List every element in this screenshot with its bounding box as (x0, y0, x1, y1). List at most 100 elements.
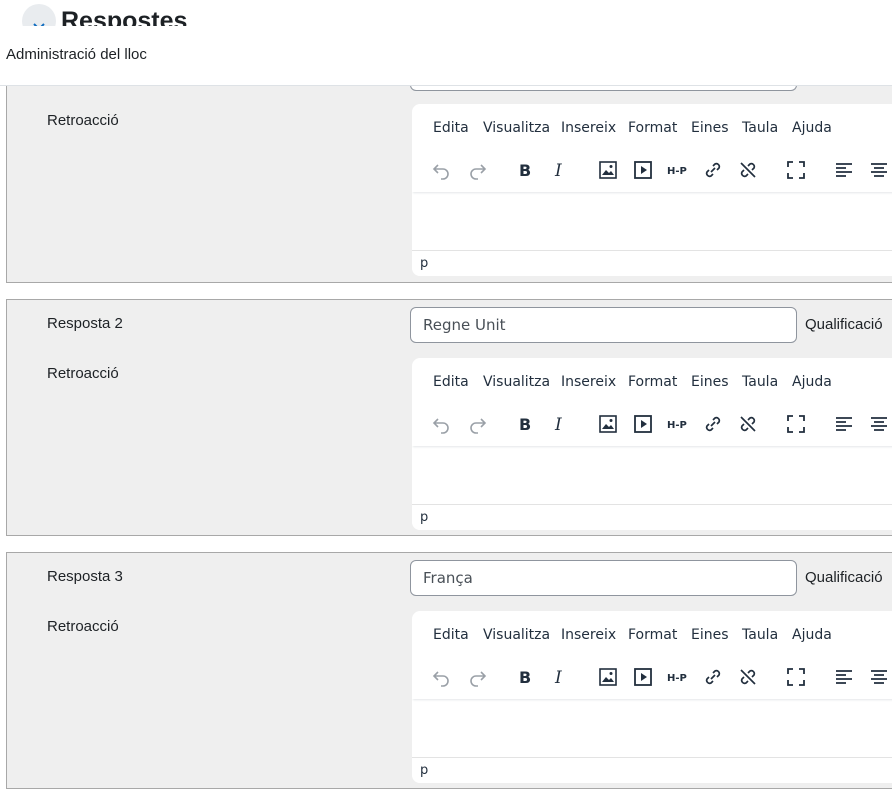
align-left-button[interactable] (829, 155, 859, 185)
feedback-label: Retroacció (47, 365, 119, 382)
answer-group-3: Resposta 3 França Qualificació Retroacci… (6, 552, 892, 789)
menu-tools[interactable]: Eines (691, 627, 729, 643)
menu-edit[interactable]: Edita (433, 374, 469, 390)
menu-edit[interactable]: Edita (433, 627, 469, 643)
editor-toolbar: B I H-P (412, 657, 892, 699)
image-icon (599, 161, 617, 179)
site-administration-link[interactable]: Administració del lloc (6, 46, 147, 63)
align-center-button[interactable] (864, 155, 892, 185)
answer-group-1: Retroacció Edita Visualitza Insereix For… (6, 60, 892, 283)
feedback-label: Retroacció (47, 112, 119, 129)
menu-view[interactable]: Visualitza (483, 374, 550, 390)
menu-insert[interactable]: Insereix (561, 627, 616, 643)
unlink-button[interactable] (733, 155, 763, 185)
svg-text:B: B (519, 415, 531, 434)
unlink-icon (740, 416, 756, 432)
svg-text:I: I (554, 415, 562, 435)
menu-tools[interactable]: Eines (691, 374, 729, 390)
unlink-button[interactable] (733, 662, 763, 692)
menu-view[interactable]: Visualitza (483, 120, 550, 136)
h5p-icon: H-P (667, 420, 687, 431)
svg-text:H-P: H-P (667, 420, 687, 431)
element-path[interactable]: p (420, 763, 428, 778)
fullscreen-icon (787, 415, 805, 433)
editor-content[interactable] (412, 192, 892, 250)
svg-text:B: B (519, 161, 531, 180)
editor-content[interactable] (412, 446, 892, 504)
italic-icon: I (554, 161, 562, 181)
redo-button[interactable] (463, 155, 493, 185)
italic-button[interactable]: I (545, 409, 575, 439)
media-button[interactable] (628, 662, 658, 692)
answer-input[interactable]: Regne Unit (410, 307, 797, 343)
redo-button[interactable] (463, 662, 493, 692)
menu-edit[interactable]: Edita (433, 120, 469, 136)
unlink-button[interactable] (733, 409, 763, 439)
link-icon (705, 162, 721, 178)
menu-help[interactable]: Ajuda (792, 374, 832, 390)
align-left-button[interactable] (829, 409, 859, 439)
image-button[interactable] (593, 409, 623, 439)
menu-table[interactable]: Taula (742, 627, 778, 643)
image-button[interactable] (593, 155, 623, 185)
element-path[interactable]: p (420, 510, 428, 525)
undo-button[interactable] (426, 662, 456, 692)
align-center-icon (871, 417, 887, 431)
link-button[interactable] (698, 409, 728, 439)
collapse-section-button[interactable] (22, 4, 56, 26)
svg-text:H-P: H-P (667, 673, 687, 684)
image-button[interactable] (593, 662, 623, 692)
image-icon (599, 415, 617, 433)
h5p-button[interactable]: H-P (663, 155, 693, 185)
editor-toolbar: B I H-P (412, 404, 892, 446)
section-title: Respostes (61, 7, 188, 26)
media-button[interactable] (628, 409, 658, 439)
link-button[interactable] (698, 155, 728, 185)
bold-button[interactable]: B (510, 662, 540, 692)
feedback-editor[interactable]: Edita Visualitza Insereix Format Eines T… (412, 358, 892, 530)
menu-tools[interactable]: Eines (691, 120, 729, 136)
feedback-editor[interactable]: Edita Visualitza Insereix Format Eines T… (412, 104, 892, 276)
media-icon (634, 415, 652, 433)
editor-toolbar: B I H-P (412, 150, 892, 192)
menu-table[interactable]: Taula (742, 120, 778, 136)
align-center-button[interactable] (864, 409, 892, 439)
menu-view[interactable]: Visualitza (483, 627, 550, 643)
editor-statusbar: p (412, 250, 892, 276)
menu-help[interactable]: Ajuda (792, 627, 832, 643)
link-icon (705, 416, 721, 432)
link-button[interactable] (698, 662, 728, 692)
h5p-button[interactable]: H-P (663, 662, 693, 692)
feedback-editor[interactable]: Edita Visualitza Insereix Format Eines T… (412, 611, 892, 783)
h5p-button[interactable]: H-P (663, 409, 693, 439)
answer-label: Resposta 3 (47, 568, 123, 585)
bold-icon: B (519, 668, 531, 687)
align-center-button[interactable] (864, 662, 892, 692)
align-center-icon (871, 670, 887, 684)
menu-format[interactable]: Format (628, 374, 677, 390)
menu-insert[interactable]: Insereix (561, 120, 616, 136)
undo-button[interactable] (426, 409, 456, 439)
link-icon (705, 669, 721, 685)
menu-help[interactable]: Ajuda (792, 120, 832, 136)
menu-format[interactable]: Format (628, 120, 677, 136)
fullscreen-button[interactable] (781, 662, 811, 692)
align-left-button[interactable] (829, 662, 859, 692)
answer-input[interactable]: França (410, 560, 797, 596)
undo-button[interactable] (426, 155, 456, 185)
italic-button[interactable]: I (545, 155, 575, 185)
italic-button[interactable]: I (545, 662, 575, 692)
menu-format[interactable]: Format (628, 627, 677, 643)
fullscreen-button[interactable] (781, 155, 811, 185)
bold-button[interactable]: B (510, 409, 540, 439)
menu-table[interactable]: Taula (742, 374, 778, 390)
bold-button[interactable]: B (510, 155, 540, 185)
element-path[interactable]: p (420, 256, 428, 271)
fullscreen-icon (787, 161, 805, 179)
fullscreen-button[interactable] (781, 409, 811, 439)
editor-content[interactable] (412, 699, 892, 757)
undo-icon (432, 418, 449, 434)
media-button[interactable] (628, 155, 658, 185)
redo-button[interactable] (463, 409, 493, 439)
menu-insert[interactable]: Insereix (561, 374, 616, 390)
